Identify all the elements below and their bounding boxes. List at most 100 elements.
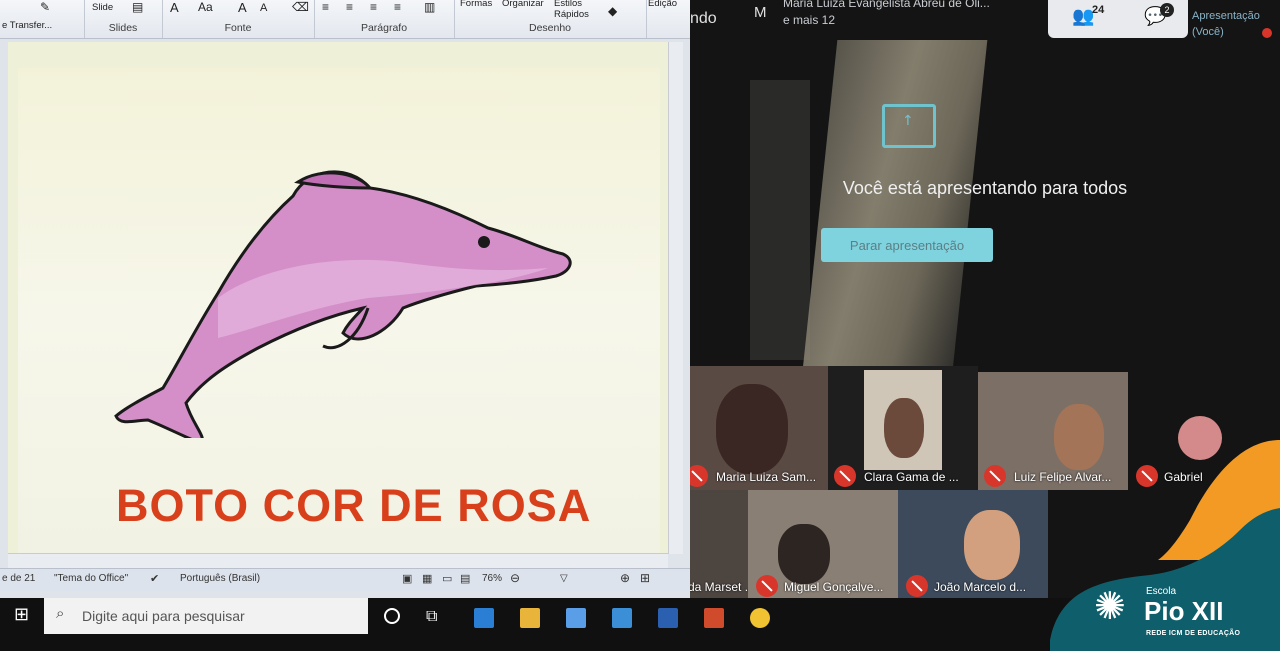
layout-icon[interactable]: ▤ (132, 0, 143, 14)
theme-name: "Tema do Office" (54, 573, 129, 584)
format-painter-button[interactable]: e Transfer... (2, 20, 52, 31)
search-icon: ⌕ (56, 605, 65, 622)
clear-format-icon[interactable]: ⌫ (292, 0, 309, 14)
font-size-down-button[interactable]: A (260, 2, 267, 14)
shape-fill-icon[interactable]: ◆ (608, 4, 617, 18)
ribbon-group-clipboard: e Transfer... ✎ (0, 0, 85, 38)
ribbon-group-font: A Aa A A ⌫ Fonte (162, 0, 315, 38)
participant-face (884, 398, 924, 458)
windows-start-icon[interactable]: ⊞ (14, 604, 29, 625)
slide-canvas: BOTO COR DE ROSA (8, 42, 668, 554)
zoom-level[interactable]: 76% (482, 573, 502, 584)
group-label-drawing: Desenho (528, 22, 572, 34)
stop-presenting-button[interactable]: Parar apresentação (821, 228, 993, 262)
search-placeholder: Digite aqui para pesquisar (82, 608, 245, 624)
meeting-title-partial: ndo (690, 10, 717, 27)
logo-network: REDE ICM DE EDUCAÇÃO (1146, 630, 1241, 637)
task-view-icon[interactable]: ⧉ (426, 606, 437, 626)
spellcheck-icon[interactable]: ✔ (150, 572, 159, 585)
group-label-font: Fonte (224, 22, 252, 34)
group-label-slides: Slides (108, 22, 138, 34)
quick-styles-button[interactable]: Estilos Rápidos (554, 0, 598, 20)
chrome-icon[interactable] (750, 608, 770, 628)
participant-name: Maria Luiza Sam... (716, 470, 817, 484)
background-light (802, 40, 988, 370)
powerpoint-window: e Transfer... ✎ Slide ▤ Slides A Aa A A … (0, 0, 690, 600)
background-shadow (750, 80, 810, 360)
font-size-up-button[interactable]: A (238, 0, 247, 15)
participant-video (716, 384, 788, 474)
presenter-label: Apresentação (1192, 10, 1260, 22)
logo-name: Pio XII (1144, 596, 1224, 626)
mic-off-icon (906, 575, 928, 597)
horizontal-scrollbar[interactable] (8, 553, 668, 568)
group-label-paragraph: Parágrafo (360, 22, 408, 34)
chat-badge: 2 (1160, 3, 1174, 17)
ribbon-group-drawing: Formas Organizar Estilos Rápidos ◆ Desen… (454, 0, 647, 38)
participant-tile[interactable]: João Marcelo d... (898, 490, 1048, 600)
slideshow-icon[interactable]: ▤ (460, 572, 470, 585)
ribbon: e Transfer... ✎ Slide ▤ Slides A Aa A A … (0, 0, 690, 39)
participant-name: João Marcelo d... (934, 580, 1027, 594)
store-icon[interactable] (566, 608, 586, 628)
align-right-icon[interactable]: ≡ (370, 0, 377, 14)
status-bar: e de 21 "Tema do Office" ✔ Português (Br… (0, 568, 690, 591)
mic-off-icon (690, 465, 708, 487)
logo-emblem-icon: ✺ (1094, 584, 1126, 628)
powerpoint-icon[interactable] (704, 608, 724, 628)
ribbon-group-paragraph: ≡ ≡ ≡ ≡ ▥ Parágrafo (314, 0, 455, 38)
people-count: 24 (1092, 4, 1105, 16)
mic-off-icon (834, 465, 856, 487)
participant-name: Clara Gama de ... (864, 470, 959, 484)
participants-line-2: e mais 12 (783, 13, 836, 27)
vertical-scrollbar[interactable] (668, 42, 683, 554)
school-logo: ✺ Escola Pio XII REDE ICM DE EDUCAÇÃO (1040, 440, 1280, 651)
ribbon-group-editing: Edição (646, 0, 690, 38)
word-icon[interactable] (658, 608, 678, 628)
new-slide-button[interactable]: Slide (92, 2, 113, 13)
up-arrow-icon: ↑ (902, 113, 914, 129)
presenting-message: Você está apresentando para todos (842, 178, 1128, 198)
participants-line-1: Maria Luiza Evangelista Abreu de Oli... (783, 0, 990, 10)
participant-name: da Marset ... (690, 580, 755, 594)
participant-video (778, 524, 830, 584)
zoom-out-icon[interactable]: ⊖ (510, 571, 520, 585)
edge-icon[interactable] (474, 608, 494, 628)
file-explorer-icon[interactable] (520, 608, 540, 628)
participant-video (964, 510, 1020, 580)
change-case-button[interactable]: Aa (198, 0, 213, 14)
columns-icon[interactable]: ▥ (424, 0, 435, 14)
slide[interactable]: BOTO COR DE ROSA (18, 68, 660, 554)
slide-title: BOTO COR DE ROSA (116, 480, 592, 531)
participant-tile[interactable]: Maria Luiza Sam... (690, 366, 828, 490)
cortana-icon[interactable] (384, 608, 400, 624)
participant-tile[interactable]: Miguel Gonçalve... (748, 490, 898, 600)
normal-view-icon[interactable]: ▣ (402, 572, 412, 585)
zoom-in-icon[interactable]: ⊕ (620, 571, 630, 585)
zoom-slider-thumb[interactable]: ▽ (560, 573, 568, 584)
editing-button[interactable]: Edição (648, 0, 677, 9)
language-label[interactable]: Português (Brasil) (180, 573, 260, 584)
font-grow-button[interactable]: A (170, 0, 179, 15)
justify-icon[interactable]: ≡ (394, 0, 401, 14)
taskbar-search[interactable]: ⌕ Digite aqui para pesquisar (44, 598, 368, 634)
mic-off-small-icon (1262, 28, 1272, 38)
presenter-you-label: (Você) (1192, 26, 1224, 38)
presentation-icon: ↑ (882, 104, 936, 148)
align-center-icon[interactable]: ≡ (346, 0, 353, 14)
ribbon-group-slides: Slide ▤ Slides (84, 0, 163, 38)
slide-counter: e de 21 (2, 573, 36, 584)
arrange-button[interactable]: Organizar (502, 0, 544, 9)
shapes-button[interactable]: Formas (460, 0, 492, 9)
slide-sorter-icon[interactable]: ▦ (422, 572, 432, 585)
mic-off-icon (984, 465, 1006, 487)
reading-view-icon[interactable]: ▭ (442, 572, 452, 585)
participant-name: Miguel Gonçalve... (784, 580, 884, 594)
mail-icon[interactable] (612, 608, 632, 628)
avatar: M (754, 4, 767, 21)
brush-icon: ✎ (40, 0, 51, 14)
fit-window-icon[interactable]: ⊞ (640, 571, 650, 585)
align-left-icon[interactable]: ≡ (322, 0, 329, 14)
participant-tile[interactable]: Clara Gama de ... (828, 366, 978, 490)
top-controls: 👥 24 💬 2 (1048, 0, 1188, 38)
